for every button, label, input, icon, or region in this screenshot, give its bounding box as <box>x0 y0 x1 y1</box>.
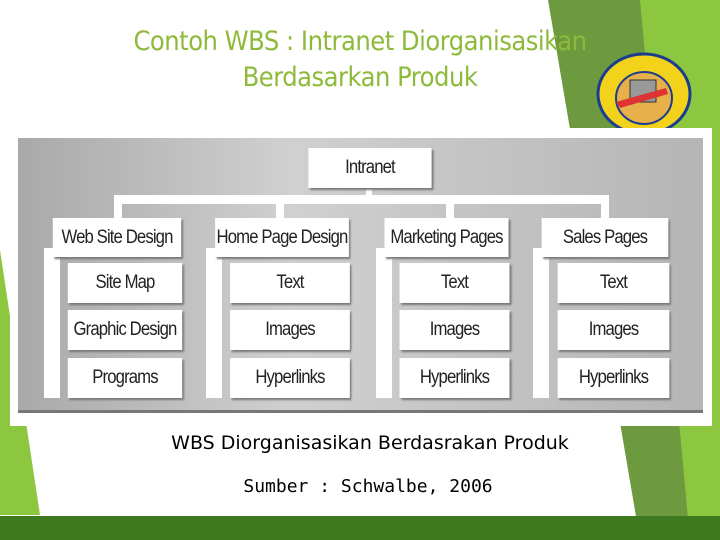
wbs-level1: Marketing Pages <box>384 218 509 257</box>
wbs-level2: Images <box>557 310 670 350</box>
wbs-diagram: Intranet Web Site Design Site Map Graphi… <box>18 138 703 413</box>
wbs-level2: Images <box>399 310 510 350</box>
wbs-level2: Hyperlinks <box>557 358 670 398</box>
wbs-level2: Site Map <box>67 263 183 303</box>
wbs-level2: Hyperlinks <box>399 358 510 398</box>
wbs-level2: Text <box>399 263 510 303</box>
wbs-level2: Graphic Design <box>67 310 183 350</box>
wbs-level1: Web Site Design <box>52 218 182 257</box>
wbs-level2: Text <box>557 263 670 303</box>
wbs-level2: Programs <box>67 358 183 398</box>
university-logo <box>596 52 692 136</box>
source-caption: Sumber : Schwalbe, 2006 <box>243 476 493 497</box>
wbs-root: Intranet <box>308 148 432 188</box>
wbs-level1: Home Page Design <box>215 218 349 257</box>
wbs-level2: Text <box>230 263 350 303</box>
title-line-2: Berdasarkan Produk <box>242 62 478 93</box>
wbs-level1: Sales Pages <box>541 218 669 257</box>
wbs-level2: Hyperlinks <box>230 358 350 398</box>
title-line-1: Contoh WBS : Intranet Diorganisasikan <box>133 26 587 57</box>
slide-title: Contoh WBS : Intranet Diorganisasikan Be… <box>40 24 680 96</box>
wbs-level2: Images <box>230 310 350 350</box>
bottom-bar <box>0 516 720 540</box>
diagram-caption: WBS Diorganisasikan Berdasrakan Produk <box>171 432 569 454</box>
